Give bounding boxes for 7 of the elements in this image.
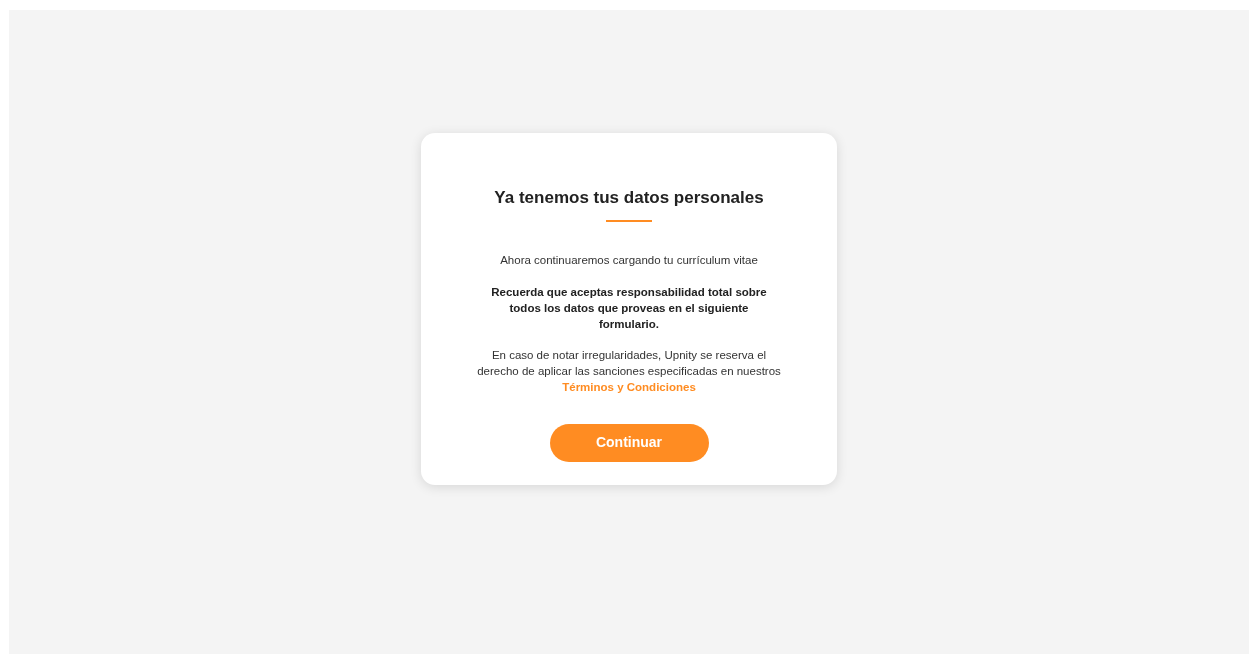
notice-text: Recuerda que aceptas responsabilidad total sobre todos los datos que proveas en el siguiente formulario. [490,284,768,332]
dialog-title: Ya tenemos tus datos personales [494,187,764,209]
continue-button[interactable]: Continuar [549,423,709,462]
intro-text: Ahora continuaremos cargando tu currículum vitae [500,252,758,268]
terms-link[interactable]: Términos y Condiciones [562,380,696,393]
title-underline [606,219,652,222]
warning-text: En caso de notar irregularidades, Upnity se reserva el derecho de aplicar las sanciones especificadas en nuestros Términos y Condiciones [476,347,782,395]
